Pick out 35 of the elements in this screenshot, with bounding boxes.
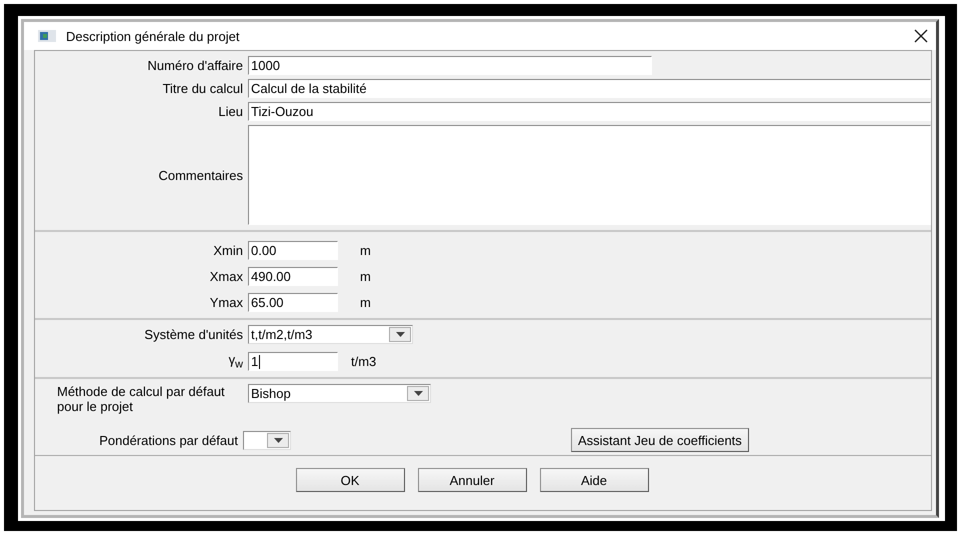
window-icon (38, 30, 56, 42)
input-field[interactable]: 65.00 (248, 293, 338, 312)
dropdown-value: Bishop (251, 386, 291, 401)
units-dropdown[interactable]: t,t/m2,t/m3 (248, 325, 413, 344)
field-label: Titre du calcul (162, 81, 243, 96)
weights-dropdown[interactable] (243, 430, 291, 450)
input-field[interactable]: 1 (248, 352, 338, 371)
dialog-button[interactable]: OK (296, 468, 404, 492)
unit-label: m (360, 269, 371, 284)
field-label: γ$_{w}$ (228, 352, 243, 371)
dialog-button[interactable]: Annuler (418, 468, 526, 492)
unit-label: m (360, 295, 371, 310)
field-label: Méthode de calcul par défaut pour le projet (57, 384, 226, 414)
dropdown-value: t,t/m2,t/m3 (251, 327, 312, 342)
field-value: 1 (251, 354, 258, 369)
field-label: Lieu (217, 104, 243, 119)
input-field[interactable]: 1000 (248, 56, 652, 75)
unit-label: t/m3 (351, 354, 376, 369)
field-label: Numéro d'affaire (146, 58, 243, 73)
unit-label: m (360, 243, 371, 258)
input-field[interactable]: 490.00 (248, 267, 338, 286)
method-dropdown[interactable]: Bishop (248, 384, 431, 403)
field-label: Xmin (212, 243, 243, 258)
input-field[interactable]: 0.00 (248, 241, 338, 260)
field-label: Pondérations par défaut (98, 432, 238, 448)
input-field[interactable]: Tizi-Ouzou (248, 102, 931, 121)
window-title: Description générale du projet (66, 28, 240, 44)
close-icon[interactable] (914, 29, 928, 43)
assistant-button[interactable]: Assistant Jeu de coefficients (571, 428, 749, 452)
field-label: Xmax (208, 269, 243, 284)
field-label: Ymax (208, 295, 243, 310)
field-label: Commentaires (157, 168, 243, 182)
field-label: Système d'unités (143, 327, 243, 342)
input-field[interactable]: Calcul de la stabilité (248, 79, 931, 98)
dialog-button[interactable]: Aide (540, 468, 648, 492)
